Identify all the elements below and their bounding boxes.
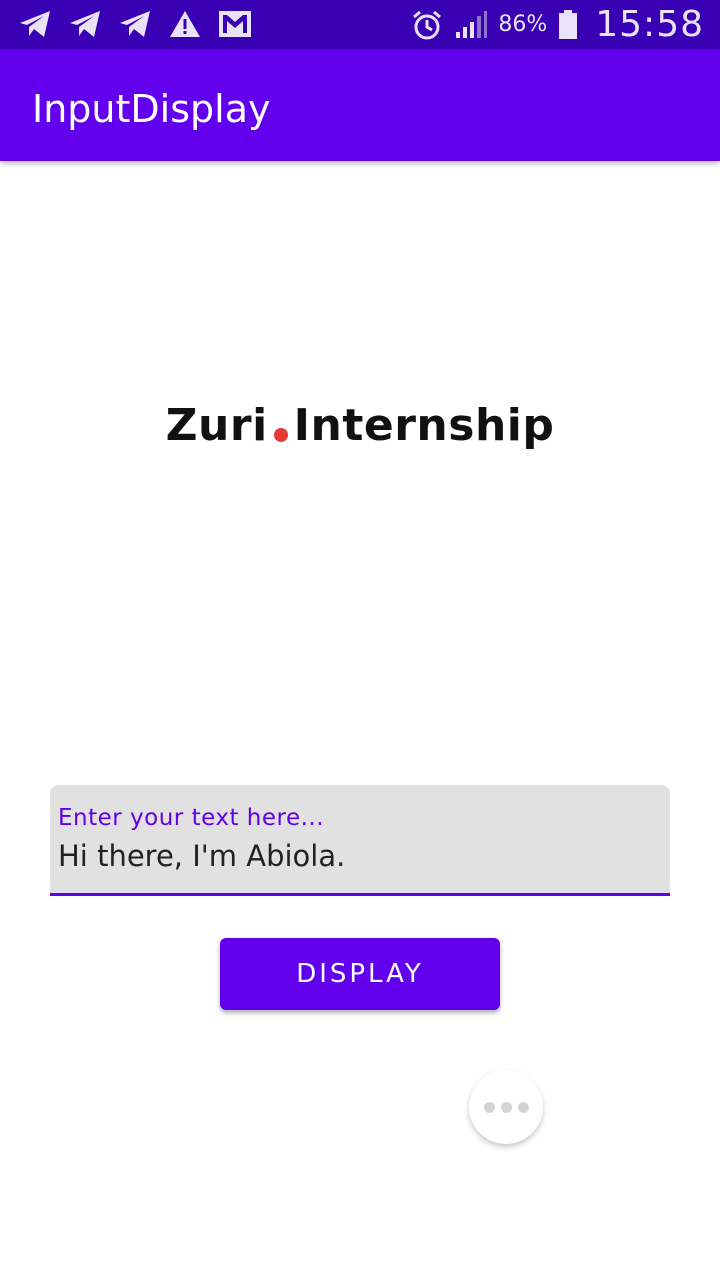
input-value[interactable]: Hi there, I'm Abiola.: [58, 839, 345, 873]
dot: [500, 1101, 512, 1113]
signal-icon: [454, 9, 488, 41]
dot: [483, 1101, 495, 1113]
warning-icon: [168, 8, 202, 40]
input-label: Enter your text here...: [58, 805, 325, 831]
app-title: InputDisplay: [32, 87, 271, 131]
system-status: 86% 15:58: [410, 0, 704, 49]
app-bar: InputDisplay: [0, 49, 720, 161]
telegram-icon: [18, 8, 52, 40]
logo-dot: [273, 428, 288, 442]
display-button[interactable]: DISPLAY: [220, 938, 500, 1010]
logo-text-zuri: Zuri: [165, 400, 268, 451]
notification-icons: [18, 8, 252, 40]
clock: 15:58: [595, 4, 704, 45]
alarm-icon: [410, 9, 444, 41]
zuri-internship-logo: Zuri Internship: [0, 400, 720, 451]
battery-icon: [557, 9, 579, 41]
logo-text-internship: Internship: [293, 400, 555, 451]
gmail-icon: [218, 8, 252, 40]
battery-percent: 86%: [498, 12, 548, 37]
text-input-field[interactable]: Enter your text here... Hi there, I'm Ab…: [50, 785, 670, 896]
telegram-icon: [118, 8, 152, 40]
telegram-icon: [68, 8, 102, 40]
status-bar: 86% 15:58: [0, 0, 720, 49]
more-dots-icon[interactable]: [469, 1070, 543, 1144]
dot: [517, 1101, 529, 1113]
